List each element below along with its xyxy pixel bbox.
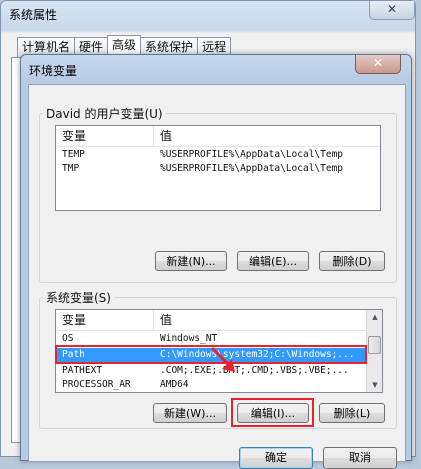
highlight-box-edit-button — [231, 398, 314, 427]
parent-close-button[interactable]: ✕ — [369, 1, 415, 20]
environment-variables-dialog: 环境变量 ✕ David 的用户变量(U) 变量 值 TEMP %USERPRO… — [20, 54, 412, 469]
header-variable[interactable]: 变量 — [56, 310, 154, 330]
variable-value: Windows_NT — [160, 333, 218, 344]
table-row[interactable]: PROCESSOR_AR AMD64 — [56, 378, 366, 392]
scrollbar-thumb[interactable] — [368, 336, 381, 354]
variable-value: %USERPROFILE%\AppData\Local\Temp — [160, 163, 344, 174]
header-variable[interactable]: 变量 — [56, 126, 154, 146]
list-header: 变量 值 — [56, 310, 366, 331]
parent-dialog-title: 系统属性 — [9, 8, 58, 22]
dialog-client-area: David 的用户变量(U) 变量 值 TEMP %USERPROFILE%\A… — [28, 84, 406, 469]
variable-name: PROCESSOR_AR — [62, 379, 131, 390]
variable-name: TEMP — [62, 149, 85, 160]
variable-value: %USERPROFILE%\AppData\Local\Temp — [160, 149, 344, 160]
dialog-title: 环境变量 — [29, 64, 78, 78]
variable-value: AMD64 — [160, 379, 189, 390]
table-row[interactable]: TEMP %USERPROFILE%\AppData\Local\Temp — [56, 148, 380, 162]
annotation-arrow-icon — [210, 346, 235, 372]
table-row[interactable]: OS Windows_NT — [56, 332, 366, 346]
variable-name: PATHEXT — [62, 365, 103, 376]
user-delete-button[interactable]: 删除(D) — [319, 251, 385, 271]
user-variables-list[interactable]: 变量 值 TEMP %USERPROFILE%\AppData\Local\Te… — [55, 125, 381, 211]
user-new-button[interactable]: 新建(N)... — [155, 251, 227, 271]
cancel-button[interactable]: 取消 — [323, 447, 397, 469]
variable-value: .COM;.EXE;.BAT;.CMD;.VBS;.VBE;... — [160, 365, 349, 376]
variable-name: OS — [62, 333, 74, 344]
system-new-button[interactable]: 新建(W)... — [153, 403, 227, 423]
header-value[interactable]: 值 — [154, 126, 380, 146]
scroll-up-icon[interactable]: ▲ — [367, 310, 382, 324]
scroll-down-icon[interactable]: ▼ — [367, 378, 382, 392]
user-edit-button[interactable]: 编辑(E)... — [237, 251, 309, 271]
system-delete-button[interactable]: 删除(L) — [319, 403, 385, 423]
ok-button[interactable]: 确定 — [239, 447, 313, 469]
system-variables-label: 系统变量(S) — [43, 289, 114, 306]
close-button[interactable]: ✕ — [355, 55, 401, 74]
user-variables-label: David 的用户变量(U) — [43, 105, 166, 122]
vertical-scrollbar[interactable]: ▲ ▼ — [366, 310, 382, 392]
header-value[interactable]: 值 — [154, 310, 366, 330]
table-row[interactable]: TMP %USERPROFILE%\AppData\Local\Temp — [56, 162, 380, 176]
list-header: 变量 值 — [56, 126, 380, 147]
variable-name: TMP — [62, 163, 80, 174]
